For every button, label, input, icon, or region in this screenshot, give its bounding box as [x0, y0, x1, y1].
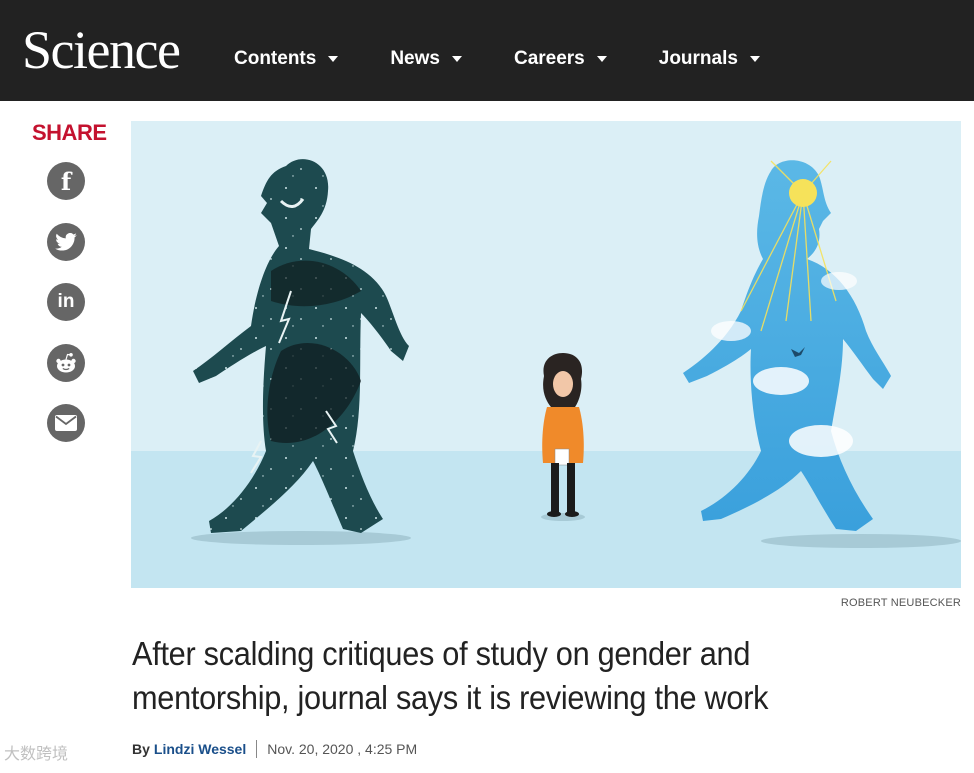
article-headline: After scalding critiques of study on gen… — [132, 635, 769, 716]
share-title: SHARE — [32, 120, 107, 145]
chevron-down-icon — [749, 56, 760, 62]
nav-contents-label: Contents — [234, 48, 317, 69]
linkedin-icon: in — [57, 291, 75, 312]
author-link[interactable]: Lindzi Wessel — [154, 741, 246, 757]
nav-contents[interactable]: Contents — [234, 48, 339, 70]
nav-journals-label: Journals — [658, 48, 738, 69]
email-share-button[interactable] — [47, 404, 85, 442]
byline-by-label: By — [132, 741, 150, 757]
reddit-icon — [56, 353, 76, 373]
watermark: 大数跨境 — [4, 744, 69, 763]
nav-news-label: News — [390, 48, 440, 69]
chevron-down-icon — [328, 56, 339, 62]
chevron-down-icon — [451, 56, 462, 62]
nav-careers[interactable]: Careers — [514, 48, 607, 70]
nav-news[interactable]: News — [390, 48, 462, 70]
twitter-icon — [55, 233, 77, 251]
hero-illustration — [131, 121, 961, 588]
linkedin-share-button[interactable]: in — [47, 283, 85, 321]
facebook-share-button[interactable]: f — [47, 162, 85, 200]
byline: By Lindzi Wessel Nov. 20, 2020 , 4:25 PM — [132, 740, 417, 758]
nav-journals[interactable]: Journals — [659, 48, 760, 70]
byline-divider — [256, 740, 258, 758]
publish-date: Nov. 20, 2020 , 4:25 PM — [267, 741, 418, 757]
top-navigation-bar: Science Contents News Careers Journals — [0, 0, 974, 101]
reddit-share-button[interactable] — [47, 344, 85, 382]
share-panel: SHARE — [30, 120, 107, 146]
twitter-share-button[interactable] — [47, 223, 85, 261]
image-credit: ROBERT NEUBECKER — [840, 597, 961, 609]
facebook-icon: f — [60, 166, 72, 196]
science-logo[interactable]: Science — [22, 22, 181, 78]
nav-careers-label: Careers — [513, 48, 585, 69]
illustration-svg — [131, 121, 961, 588]
chevron-down-icon — [596, 56, 607, 62]
email-icon — [55, 415, 77, 431]
main-nav: Contents News Careers Journals — [234, 48, 812, 70]
